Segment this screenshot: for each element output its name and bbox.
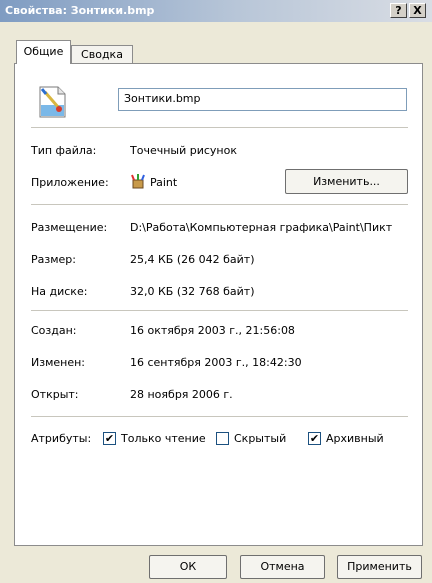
separator — [31, 127, 408, 128]
opened-label: Открыт: — [31, 388, 79, 401]
archive-checkbox[interactable]: ✔ — [308, 432, 321, 445]
paint-app-icon — [130, 173, 146, 189]
window-title: Свойства: Зонтики.bmp — [5, 4, 155, 17]
file-type-value: Точечный рисунок — [130, 144, 237, 157]
help-button[interactable]: ? — [390, 3, 407, 18]
file-type-label: Тип файла: — [31, 144, 97, 157]
close-button[interactable]: X — [409, 3, 426, 18]
attributes-label: Атрибуты: — [31, 432, 92, 445]
size-value: 25,4 КБ (26 042 байт) — [130, 253, 255, 266]
general-panel — [14, 63, 423, 546]
archive-label: Архивный — [326, 432, 384, 445]
location-value: D:\Работа\Компьютерная графика\Paint\Пик… — [130, 221, 393, 234]
change-app-button[interactable]: Изменить... — [285, 169, 408, 194]
modified-label: Изменен: — [31, 356, 86, 369]
application-label: Приложение: — [31, 176, 109, 189]
size-label: Размер: — [31, 253, 76, 266]
properties-dialog: Свойства: Зонтики.bmp ? X Общие Сводка З… — [0, 0, 432, 583]
opened-value: 28 ноября 2006 г. — [130, 388, 233, 401]
application-name: Paint — [150, 176, 178, 189]
tab-general[interactable]: Общие — [16, 40, 71, 64]
readonly-checkbox[interactable]: ✔ — [103, 432, 116, 445]
tab-summary[interactable]: Сводка — [71, 45, 133, 64]
ok-button[interactable]: ОК — [149, 555, 227, 579]
readonly-label: Только чтение — [121, 432, 206, 445]
separator — [31, 204, 408, 205]
cancel-button[interactable]: Отмена — [240, 555, 325, 579]
disk-size-value: 32,0 КБ (32 768 байт) — [130, 285, 255, 298]
separator — [31, 310, 408, 311]
file-name-field[interactable]: Зонтики.bmp — [118, 88, 407, 111]
location-label: Размещение: — [31, 221, 108, 234]
disk-size-label: На диске: — [31, 285, 88, 298]
created-label: Создан: — [31, 324, 77, 337]
modified-value: 16 сентября 2003 г., 18:42:30 — [130, 356, 302, 369]
paint-bitmap-icon — [36, 85, 70, 119]
hidden-label: Скрытый — [234, 432, 287, 445]
title-bar: Свойства: Зонтики.bmp ? X — [0, 0, 432, 22]
separator — [31, 416, 408, 417]
created-value: 16 октября 2003 г., 21:56:08 — [130, 324, 295, 337]
hidden-checkbox[interactable] — [216, 432, 229, 445]
apply-button[interactable]: Применить — [337, 555, 422, 579]
